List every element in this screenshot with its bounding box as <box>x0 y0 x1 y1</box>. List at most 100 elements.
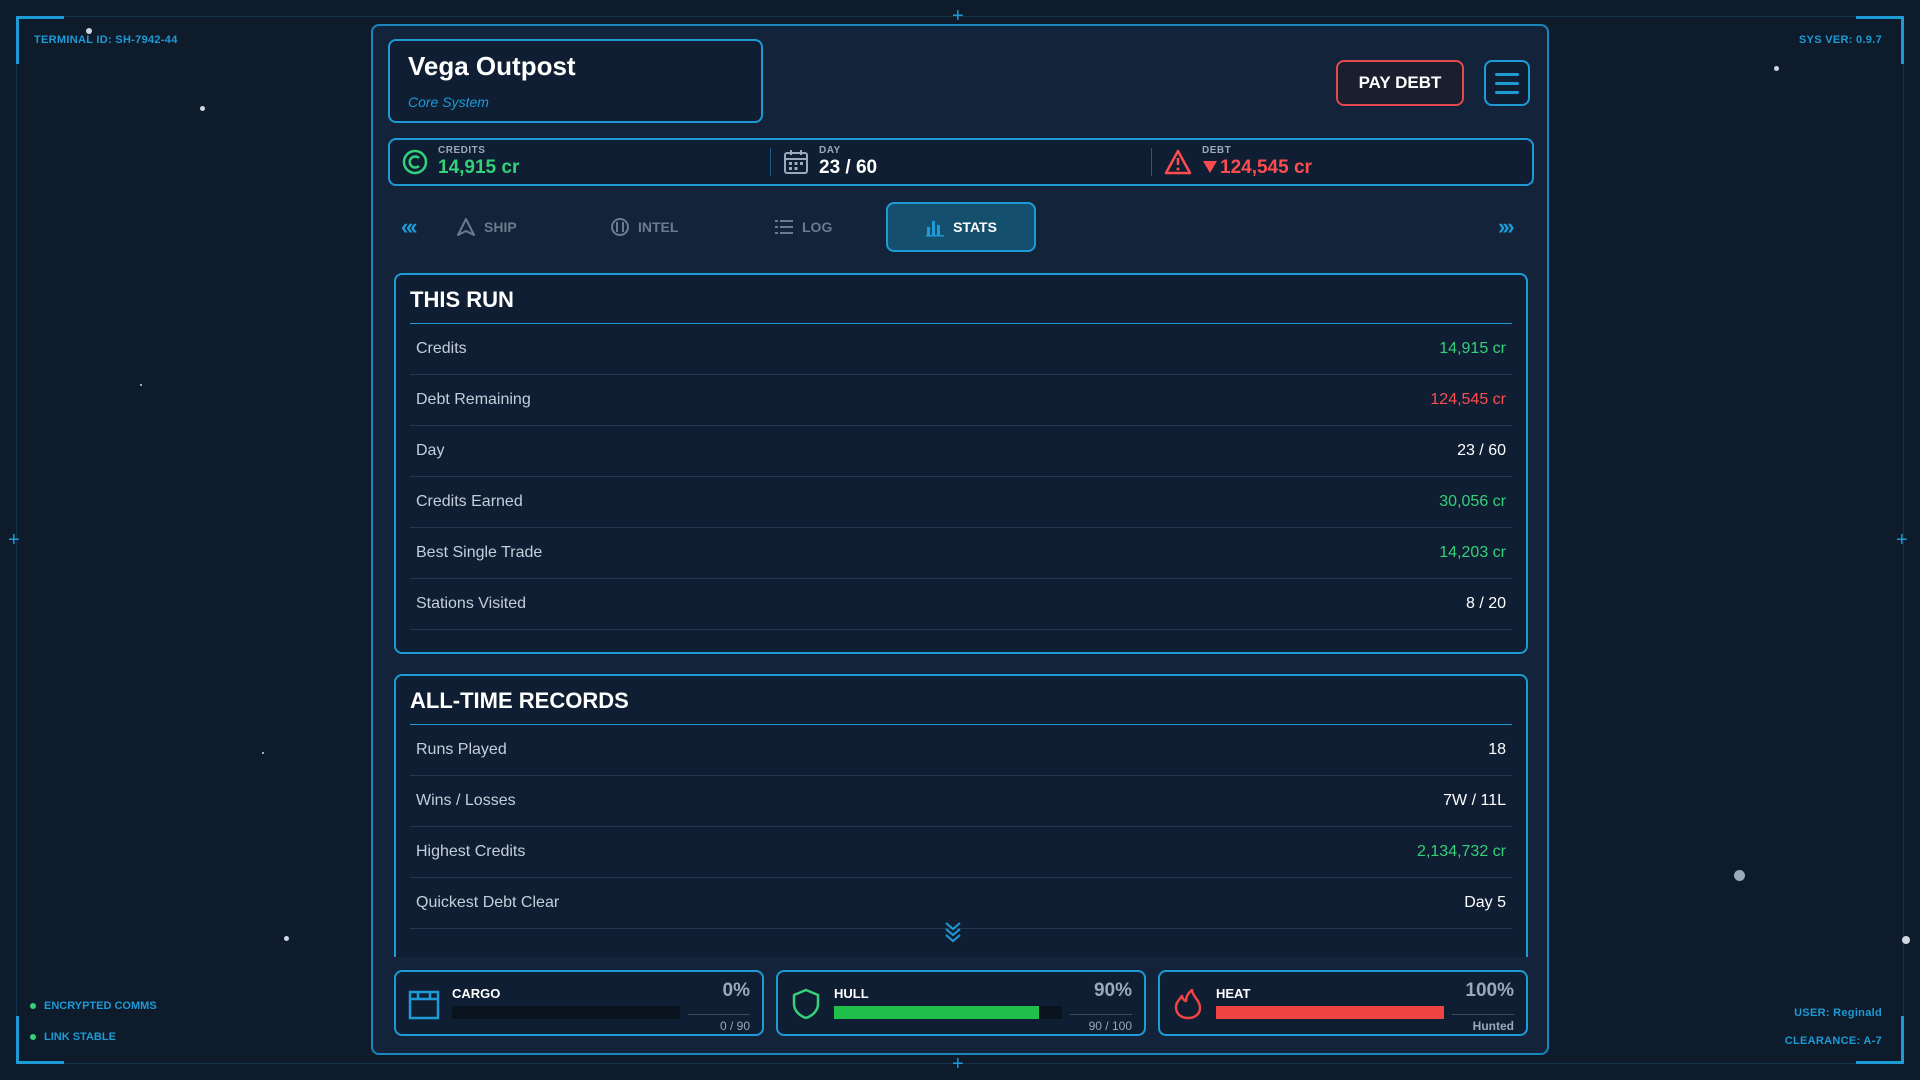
crosshair-right-icon: + <box>1896 529 1908 551</box>
table-row: Debt Remaining 124,545 cr <box>410 375 1512 426</box>
heat-percent: 100% <box>1465 980 1514 1001</box>
all-time-records-section: ALL-TIME RECORDS Runs Played 18 Wins / L… <box>394 674 1528 957</box>
credits-coin-icon <box>402 149 428 175</box>
crosshair-top-icon: + <box>952 5 964 27</box>
star <box>1734 870 1745 881</box>
pay-debt-button[interactable]: PAY DEBT <box>1336 60 1464 106</box>
tab-intel[interactable]: INTEL <box>610 202 678 252</box>
flame-icon <box>1174 988 1202 1020</box>
menu-bar <box>1495 90 1519 94</box>
section-title: THIS RUN <box>410 287 1512 324</box>
cargo-percent: 0% <box>722 980 750 1001</box>
sys-version: SYS VER: 0.9.7 <box>1798 34 1882 46</box>
bar-chart-icon <box>926 221 945 237</box>
tab-stats-label: STATS <box>953 219 997 235</box>
star <box>262 752 264 754</box>
row-label: Stations Visited <box>416 595 526 612</box>
hull-gauge[interactable]: HULL 90% 90 / 100 <box>776 970 1146 1036</box>
warning-triangle-icon <box>1164 149 1192 175</box>
cargo-crate-icon <box>408 990 440 1020</box>
crosshair-left-icon: + <box>8 529 20 551</box>
shield-icon <box>792 988 820 1020</box>
station-system: Core System <box>408 94 489 110</box>
row-label: Best Single Trade <box>416 544 543 561</box>
status-comms: ENCRYPTED COMMS <box>30 1000 157 1012</box>
cargo-gauge[interactable]: CARGO 0% 0 / 90 <box>394 970 764 1036</box>
day-stat: DAY 23 / 60 <box>770 145 1151 178</box>
menu-bar <box>1495 81 1519 85</box>
ship-icon <box>457 218 475 236</box>
heat-label: HEAT <box>1216 986 1251 1001</box>
credits-value: 14,915 cr <box>438 157 520 178</box>
row-label: Wins / Losses <box>416 792 516 809</box>
list-icon <box>775 220 793 234</box>
tab-intel-label: INTEL <box>638 219 679 235</box>
calendar-icon <box>784 150 808 174</box>
table-row: Wins / Losses 7W / 11L <box>410 776 1512 827</box>
heat-gauge[interactable]: HEAT 100% Hunted <box>1158 970 1528 1036</box>
table-row: Highest Credits 2,134,732 cr <box>410 827 1512 878</box>
row-label: Credits <box>416 340 467 357</box>
star <box>1774 66 1779 71</box>
debt-stat: DEBT 124,545 cr <box>1151 145 1532 179</box>
hull-label: HULL <box>834 986 869 1001</box>
status-dot <box>30 1003 36 1009</box>
row-value: 8 / 20 <box>1465 595 1506 612</box>
status-comms-label: ENCRYPTED COMMS <box>44 1000 157 1012</box>
main-panel: Vega Outpost Core System PAY DEBT CREDIT… <box>371 24 1549 1055</box>
tab-log-label: LOG <box>802 219 833 235</box>
this-run-section: THIS RUN Credits 14,915 cr Debt Remainin… <box>394 273 1528 654</box>
row-label: Highest Credits <box>416 843 526 860</box>
terminal-id: TERMINAL ID: SH-7942-44 <box>34 34 178 46</box>
row-value: 14,203 cr <box>1439 544 1506 561</box>
station-name: Vega Outpost <box>408 51 576 81</box>
station-card: Vega Outpost Core System <box>388 39 763 123</box>
down-triangle-icon <box>1203 161 1217 173</box>
crosshair-bottom-icon: + <box>952 1053 964 1075</box>
star <box>140 384 142 386</box>
status-dot <box>30 1034 36 1040</box>
star <box>200 106 205 111</box>
heat-bar <box>1216 1006 1444 1019</box>
user-name: USER: Reginald <box>1794 1007 1882 1019</box>
row-label: Credits Earned <box>416 493 523 510</box>
chevron-down-icon <box>945 922 961 943</box>
tab-next-icon[interactable]: ›» <box>1498 214 1514 240</box>
row-label: Day <box>416 442 445 459</box>
intel-icon <box>611 218 629 236</box>
hamburger-menu-icon[interactable] <box>1484 60 1530 106</box>
tab-prev-icon[interactable]: «‹ <box>401 214 417 240</box>
hull-capacity: 90 / 100 <box>1070 1014 1132 1033</box>
status-link: LINK STABLE <box>30 1031 116 1043</box>
tab-bar: «‹ SHIP INTEL LOG STATS ›» <box>388 202 1534 252</box>
resource-bar: CREDITS 14,915 cr DAY 23 / 60 DEBT 124,5… <box>388 138 1534 186</box>
menu-bar <box>1495 72 1519 76</box>
credits-stat: CREDITS 14,915 cr <box>390 140 770 184</box>
credits-label: CREDITS <box>438 145 486 156</box>
table-row: Day 23 / 60 <box>410 426 1512 477</box>
cargo-bar <box>452 1006 680 1019</box>
table-row: Runs Played 18 <box>410 725 1512 776</box>
cargo-label: CARGO <box>452 986 501 1001</box>
table-row: Stations Visited 8 / 20 <box>410 579 1512 630</box>
hull-bar-fill <box>834 1006 1040 1019</box>
row-label: Runs Played <box>416 741 507 758</box>
debt-value-row: 124,545 cr <box>1202 157 1312 179</box>
row-value: 23 / 60 <box>1457 442 1506 459</box>
row-value: Day 5 <box>1464 894 1506 911</box>
tab-ship[interactable]: SHIP <box>456 202 517 252</box>
section-title: ALL-TIME RECORDS <box>410 688 1512 725</box>
scroll-down-chevron-icon[interactable] <box>943 920 963 944</box>
table-row: Best Single Trade 14,203 cr <box>410 528 1512 579</box>
tab-stats[interactable]: STATS <box>886 202 1036 252</box>
hull-bar <box>834 1006 1062 1019</box>
table-row: Credits Earned 30,056 cr <box>410 477 1512 528</box>
row-value: 7W / 11L <box>1443 792 1506 809</box>
tab-log[interactable]: LOG <box>774 202 832 252</box>
day-label: DAY <box>819 145 841 156</box>
clearance-level: CLEARANCE: A-7 <box>1784 1035 1882 1047</box>
row-value: 2,134,732 cr <box>1417 843 1506 860</box>
row-value: 14,915 cr <box>1439 340 1506 357</box>
row-value: 18 <box>1488 741 1506 758</box>
debt-label: DEBT <box>1202 145 1232 156</box>
